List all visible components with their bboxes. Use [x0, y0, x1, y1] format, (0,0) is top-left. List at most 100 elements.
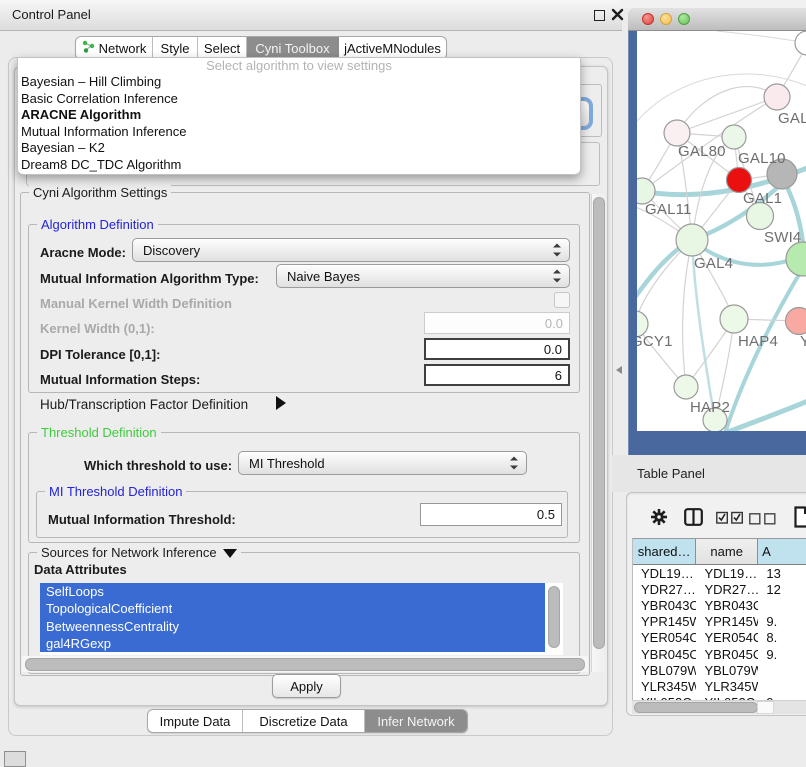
network-node[interactable] — [786, 308, 806, 335]
mi-threshold-field[interactable]: 0.5 — [420, 503, 562, 526]
dpi-tolerance-field[interactable]: 0.0 — [424, 338, 570, 360]
expand-arrow-icon[interactable] — [276, 396, 286, 410]
network-node[interactable] — [674, 375, 698, 399]
network-canvas[interactable]: GAL8GAL80GAL10GAL1GAL11SWI4GAL4HAP4YGCY1… — [637, 31, 806, 431]
mi-type-label: Mutual Information Algorithm Type: — [40, 271, 259, 286]
network-node[interactable] — [727, 168, 752, 193]
node-table[interactable]: shared…nameA YDL19…YDL19…13YDR27…YDR27…1… — [632, 538, 806, 702]
close-icon[interactable] — [611, 8, 624, 21]
attribute-item[interactable]: gal4RGexp — [40, 635, 545, 652]
which-threshold-combo[interactable]: MI Threshold — [238, 451, 527, 475]
tab-cyni-toolbox[interactable]: Cyni Toolbox — [247, 37, 339, 59]
node-label: SWI4 — [764, 229, 801, 246]
attribute-item[interactable]: BetweennessCentrality — [40, 618, 545, 635]
new-page-icon[interactable] — [794, 506, 806, 533]
tab-impute-data[interactable]: Impute Data — [148, 710, 243, 732]
table-row[interactable]: YBL079WYBL079W — [633, 662, 806, 678]
network-node[interactable] — [764, 84, 790, 110]
apply-button[interactable]: Apply — [272, 674, 341, 698]
data-attributes-label: Data Attributes — [34, 562, 127, 577]
network-node[interactable] — [720, 305, 748, 333]
table-row[interactable]: YBR045CYBR045C9. — [633, 646, 806, 662]
algorithm-option[interactable]: Dream8 DC_TDC Algorithm — [18, 157, 580, 174]
minimize-traffic-light[interactable] — [660, 13, 672, 25]
cyni-algorithm-settings-title: Cyni Algorithm Settings — [29, 185, 171, 200]
algorithm-option[interactable]: Mutual Information Inference — [18, 124, 580, 141]
float-window-icon[interactable] — [594, 10, 605, 21]
tab-style[interactable]: Style — [153, 37, 198, 59]
mi-type-value: Naive Bayes — [287, 269, 360, 284]
tab-infer-network[interactable]: Infer Network — [365, 710, 467, 732]
table-cell: 9. — [758, 647, 806, 662]
table-row[interactable]: YPR145WYPR145W9. — [633, 614, 806, 630]
collapsed-panel-icon[interactable] — [4, 751, 26, 767]
node-label: HAP4 — [738, 333, 778, 350]
algorithm-dropdown-popup: Select algorithm to view settings Bayesi… — [17, 57, 581, 175]
table-cell: YDL19… — [696, 566, 758, 581]
aracne-mode-label: Aracne Mode: — [40, 245, 126, 260]
manual-kernel-checkbox[interactable] — [554, 292, 570, 308]
column-header[interactable]: name — [696, 539, 758, 564]
table-row[interactable]: YLR345WYLR345W — [633, 678, 806, 694]
mi-steps-field[interactable]: 6 — [424, 364, 570, 386]
network-edge[interactable] — [683, 240, 692, 387]
tab-select[interactable]: Select — [198, 37, 247, 59]
algorithm-option[interactable]: Bayesian – Hill Climbing — [18, 74, 580, 91]
table-cell: YBR045C — [696, 647, 758, 662]
table-cell: YPR145W — [633, 614, 696, 629]
algorithm-option[interactable]: Basic Correlation Inference — [18, 91, 580, 108]
mi-type-combo[interactable]: Naive Bayes — [276, 264, 570, 288]
unchecked-boxes-icon[interactable] — [749, 512, 777, 530]
close-traffic-light[interactable] — [642, 13, 654, 25]
table-cell: YDR27… — [696, 582, 758, 597]
tab-label: Impute Data — [160, 714, 231, 729]
tab-discretize-data[interactable]: Discretize Data — [243, 710, 365, 732]
node-label: GAL80 — [678, 143, 726, 160]
table-cell: YLR345W — [696, 679, 758, 694]
checked-boxes-icon[interactable] — [716, 511, 744, 529]
algorithm-option[interactable]: Bayesian – K2 — [18, 140, 580, 157]
column-header[interactable]: shared… — [633, 539, 696, 564]
scrollbar-corner — [757, 701, 774, 714]
collapse-arrow-icon[interactable] — [223, 549, 237, 558]
column-header[interactable]: A — [758, 539, 806, 564]
network-edge[interactable] — [677, 87, 777, 133]
split-divider-arrow-icon[interactable] — [612, 366, 622, 374]
tab-network[interactable]: Network — [76, 37, 153, 59]
table-cell: 8. — [758, 630, 806, 645]
network-node[interactable] — [795, 31, 806, 55]
attribute-item[interactable]: TopologicalCoefficient — [40, 600, 545, 617]
node-label: GAL1 — [743, 190, 782, 207]
combo-arrows-icon — [553, 244, 561, 257]
kernel-width-field[interactable]: 0.0 — [424, 312, 570, 334]
gear-icon[interactable] — [650, 508, 668, 531]
node-label: GAL4 — [694, 255, 733, 272]
tab-jactivemnodules[interactable]: jActiveMNodules — [339, 37, 446, 59]
network-tab-icon — [82, 40, 95, 56]
zoom-traffic-light[interactable] — [678, 13, 690, 25]
settings-vertical-scrollbar[interactable] — [593, 197, 605, 649]
aracne-mode-combo[interactable]: Discovery — [132, 238, 570, 262]
attribute-item[interactable]: SelfLoops — [40, 583, 545, 600]
cyni-mode-tabs: Impute Data Discretize DataInfer Network — [147, 709, 468, 733]
table-row[interactable]: YDL19…YDL19…13 — [633, 565, 806, 581]
table-cell: YDL19… — [633, 566, 696, 581]
algorithm-option[interactable]: ARACNE Algorithm — [18, 107, 580, 124]
dropdown-prompt: Select algorithm to view settings — [18, 58, 580, 74]
network-node[interactable] — [676, 224, 708, 256]
table-horizontal-scrollbar[interactable] — [634, 702, 758, 713]
network-node[interactable] — [786, 242, 806, 276]
settings-horizontal-scrollbar[interactable] — [25, 658, 585, 671]
combo-arrows-icon — [553, 270, 561, 283]
list-scrollbar[interactable] — [548, 586, 560, 648]
kernel-width-label: Kernel Width (0,1): — [40, 321, 155, 336]
table-row[interactable]: YBR043CYBR043C — [633, 597, 806, 613]
split-columns-icon[interactable] — [684, 508, 703, 531]
network-window-titlebar[interactable] — [628, 8, 806, 31]
network-edge[interactable] — [717, 31, 806, 43]
table-cell: YBL079W — [633, 663, 696, 678]
table-row[interactable]: YDR27…YDR27…12 — [633, 581, 806, 597]
data-attributes-list[interactable]: SelfLoopsTopologicalCoefficientBetweenne… — [40, 583, 563, 655]
node-label: GCY1 — [637, 333, 673, 350]
table-row[interactable]: YER054CYER054C8. — [633, 630, 806, 646]
